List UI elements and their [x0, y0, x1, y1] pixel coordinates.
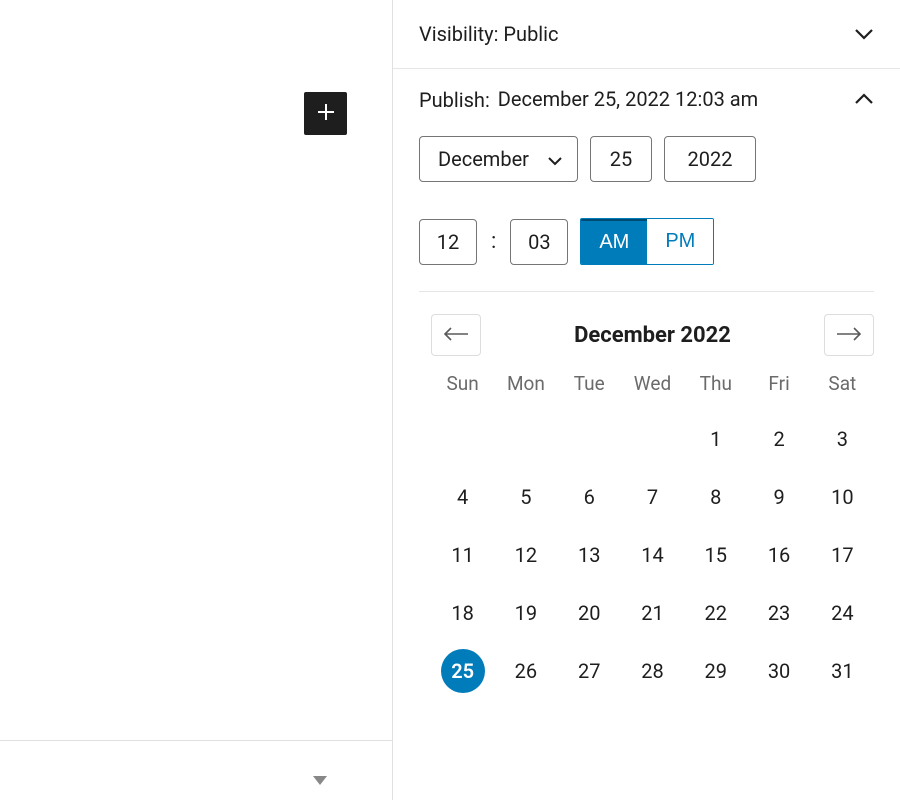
chevron-up-icon	[854, 90, 874, 109]
calendar-day[interactable]: 25	[441, 649, 485, 693]
calendar-day[interactable]: 5	[504, 475, 548, 519]
calendar-day[interactable]: 31	[820, 649, 864, 693]
chevron-down-icon	[854, 25, 874, 44]
calendar-day[interactable]: 16	[757, 533, 801, 577]
calendar-title: December 2022	[574, 323, 731, 348]
datetime-inputs: December 25 2022 12 : 03 AM PM	[393, 112, 900, 265]
calendar-day[interactable]: 3	[820, 417, 864, 461]
calendar-empty-cell	[504, 417, 548, 461]
calendar-day[interactable]: 4	[441, 475, 485, 519]
calendar-day[interactable]: 26	[504, 649, 548, 693]
calendar-dow: Mon	[494, 372, 557, 403]
calendar-grid: SunMonTueWedThuFriSat1234567891011121314…	[431, 372, 874, 693]
calendar-day[interactable]: 23	[757, 591, 801, 635]
calendar-day[interactable]: 2	[757, 417, 801, 461]
calendar-empty-cell	[567, 417, 611, 461]
calendar-day[interactable]: 22	[694, 591, 738, 635]
calendar-day[interactable]: 17	[820, 533, 864, 577]
calendar-dow: Sat	[811, 372, 874, 403]
calendar-day[interactable]: 13	[567, 533, 611, 577]
publish-value: December 25, 2022 12:03 am	[498, 87, 758, 112]
calendar-next-button[interactable]	[824, 314, 874, 356]
editor-canvas	[0, 0, 392, 800]
year-input[interactable]: 2022	[664, 136, 756, 182]
day-input[interactable]: 25	[590, 136, 652, 182]
settings-sidebar: Visibility: Public Publish: December 25,…	[392, 0, 900, 800]
calendar-day[interactable]: 11	[441, 533, 485, 577]
calendar-day[interactable]: 14	[630, 533, 674, 577]
visibility-row[interactable]: Visibility: Public	[393, 0, 900, 69]
time-colon: :	[489, 229, 498, 254]
ampm-toggle: AM PM	[580, 218, 714, 265]
pm-button[interactable]: PM	[647, 219, 713, 264]
calendar-day[interactable]: 8	[694, 475, 738, 519]
minute-input[interactable]: 03	[510, 219, 568, 265]
visibility-label: Visibility:	[419, 22, 498, 46]
plus-icon	[315, 101, 337, 127]
calendar-header: December 2022	[431, 314, 874, 356]
arrow-left-icon	[442, 327, 470, 344]
calendar-prev-button[interactable]	[431, 314, 481, 356]
calendar-day[interactable]: 29	[694, 649, 738, 693]
calendar-dow: Thu	[684, 372, 747, 403]
chevron-down-icon	[547, 147, 563, 171]
calendar-dow: Fri	[747, 372, 810, 403]
calendar-day[interactable]: 28	[630, 649, 674, 693]
calendar-day[interactable]: 18	[441, 591, 485, 635]
calendar-day[interactable]: 9	[757, 475, 801, 519]
calendar-empty-cell	[441, 417, 485, 461]
calendar-day[interactable]: 24	[820, 591, 864, 635]
calendar-day[interactable]: 27	[567, 649, 611, 693]
calendar-day[interactable]: 6	[567, 475, 611, 519]
calendar-dow: Wed	[621, 372, 684, 403]
calendar-day[interactable]: 1	[694, 417, 738, 461]
triangle-down-icon	[312, 772, 328, 791]
hour-input[interactable]: 12	[419, 219, 477, 265]
am-button[interactable]: AM	[581, 219, 647, 264]
calendar-day[interactable]: 20	[567, 591, 611, 635]
calendar-day[interactable]: 21	[630, 591, 674, 635]
publish-row[interactable]: Publish: December 25, 2022 12:03 am	[393, 69, 900, 112]
editor-divider	[0, 740, 392, 741]
calendar-day[interactable]: 15	[694, 533, 738, 577]
calendar-day[interactable]: 10	[820, 475, 864, 519]
template-disclosure-button[interactable]	[312, 772, 328, 791]
calendar-dow: Sun	[431, 372, 494, 403]
calendar-day[interactable]: 7	[630, 475, 674, 519]
visibility-value: Public	[503, 22, 558, 46]
calendar-day[interactable]: 19	[504, 591, 548, 635]
visibility-label-group: Visibility: Public	[419, 22, 559, 46]
calendar-day[interactable]: 12	[504, 533, 548, 577]
arrow-right-icon	[835, 327, 863, 344]
month-select[interactable]: December	[419, 136, 578, 182]
publish-label-group: Publish: December 25, 2022 12:03 am	[419, 87, 758, 112]
calendar-dow: Tue	[558, 372, 621, 403]
calendar-day[interactable]: 30	[757, 649, 801, 693]
block-inserter-button[interactable]	[304, 92, 347, 135]
calendar: December 2022 SunMonTueWedThuFriSat12345…	[393, 292, 900, 693]
month-select-value: December	[438, 147, 529, 171]
calendar-empty-cell	[630, 417, 674, 461]
publish-label: Publish:	[419, 88, 490, 112]
